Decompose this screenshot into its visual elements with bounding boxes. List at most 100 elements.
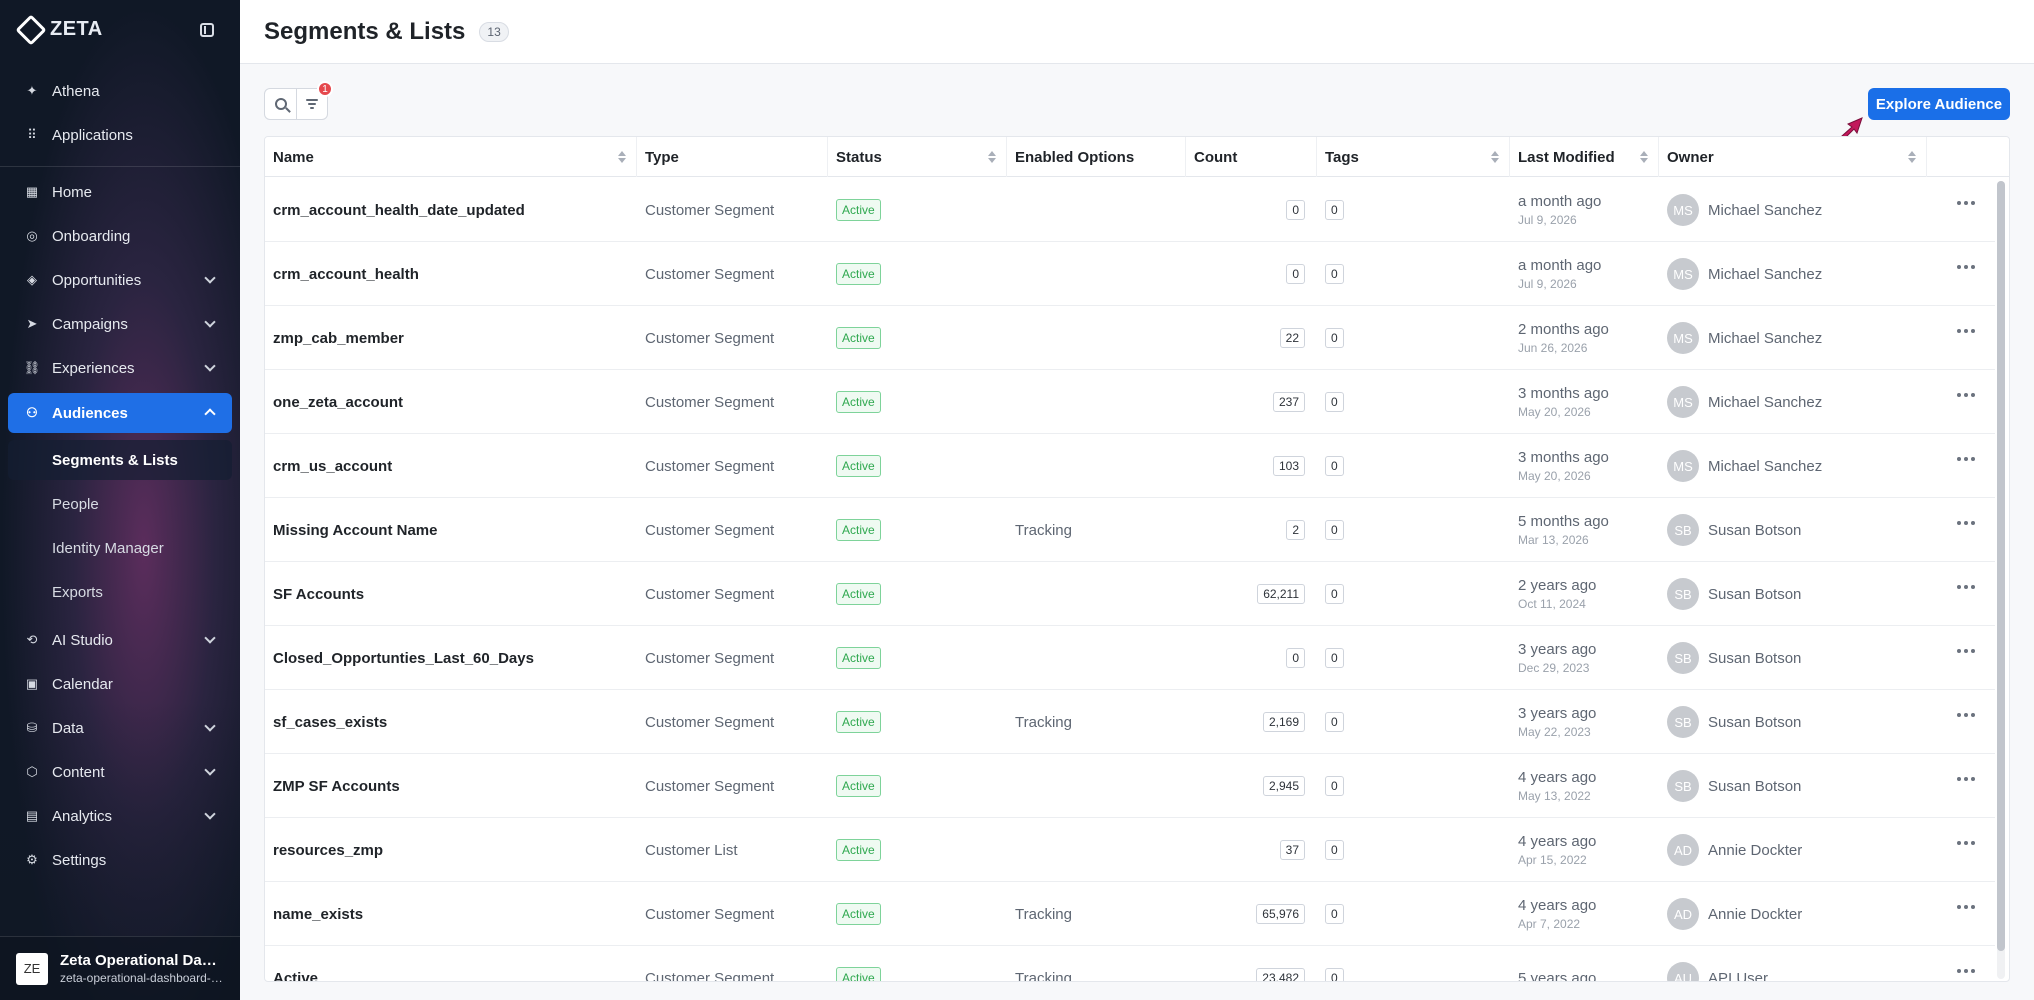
last-modified-relative: 3 months ago bbox=[1518, 385, 1609, 402]
table-row[interactable]: Active Customer Segment Active Tracking 23,4… bbox=[265, 946, 1995, 982]
segment-name[interactable]: sf_cases_exists bbox=[265, 690, 637, 754]
row-actions-menu-icon[interactable] bbox=[1957, 201, 1975, 205]
tags-badge[interactable]: 0 bbox=[1325, 392, 1344, 412]
tags-badge[interactable]: 0 bbox=[1325, 584, 1344, 604]
sidebar-item-opportunities[interactable]: ◈ Opportunities bbox=[8, 260, 232, 300]
sidebar-item-label: AI Studio bbox=[52, 631, 113, 649]
sidebar-subitem-segments-lists[interactable]: Segments & Lists bbox=[8, 440, 232, 480]
sidebar-item-onboarding[interactable]: ◎ Onboarding bbox=[8, 216, 232, 256]
segment-name[interactable]: Closed_Opportunties_Last_60_Days bbox=[265, 626, 637, 690]
search-button[interactable] bbox=[265, 89, 296, 119]
sidebar-item-content[interactable]: ⬡ Content bbox=[8, 752, 232, 792]
table-row[interactable]: Closed_Opportunties_Last_60_Days Customer… bbox=[265, 626, 1995, 690]
row-actions-menu-icon[interactable] bbox=[1957, 969, 1975, 973]
segment-name[interactable]: SF Accounts bbox=[265, 562, 637, 626]
segment-name[interactable]: name_exists bbox=[265, 882, 637, 946]
tags-badge[interactable]: 0 bbox=[1325, 520, 1344, 540]
tags-badge[interactable]: 0 bbox=[1325, 456, 1344, 476]
tags-badge[interactable]: 0 bbox=[1325, 328, 1344, 348]
avatar: SB bbox=[1667, 706, 1699, 738]
sidebar-item-applications[interactable]: ⠿ Applications bbox=[8, 115, 232, 155]
count-cell: 2,169 bbox=[1186, 690, 1317, 754]
sidebar-item-audiences[interactable]: ⚇ Audiences bbox=[8, 393, 232, 433]
tags-badge[interactable]: 0 bbox=[1325, 264, 1344, 284]
tags-badge[interactable]: 0 bbox=[1325, 840, 1344, 860]
sidebar-item-experiences[interactable]: ⛓ Experiences bbox=[8, 348, 232, 388]
sidebar-subitem-exports[interactable]: Exports bbox=[8, 572, 232, 612]
segment-name[interactable]: resources_zmp bbox=[265, 818, 637, 882]
row-actions-menu-icon[interactable] bbox=[1957, 777, 1975, 781]
row-actions-menu-icon[interactable] bbox=[1957, 265, 1975, 269]
column-header-tags[interactable]: Tags bbox=[1317, 137, 1510, 177]
table-row[interactable]: crm_us_account Customer Segment Active 103 0… bbox=[265, 434, 1995, 498]
tags-badge[interactable]: 0 bbox=[1325, 776, 1344, 796]
workspace-avatar: ZE bbox=[16, 952, 48, 985]
row-actions-menu-icon[interactable] bbox=[1957, 905, 1975, 909]
table-row[interactable]: zmp_cab_member Customer Segment Active 22 0 2… bbox=[265, 306, 1995, 370]
sidebar: ZETA ✦ Athena ⠿ Applications ▦ Home ◎ On… bbox=[0, 0, 240, 1000]
owner-cell: SB Susan Botson bbox=[1659, 562, 1927, 626]
segment-name[interactable]: one_zeta_account bbox=[265, 370, 637, 434]
tags-badge[interactable]: 0 bbox=[1325, 968, 1344, 981]
tags-badge[interactable]: 0 bbox=[1325, 904, 1344, 924]
sidebar-subitem-identity-manager[interactable]: Identity Manager bbox=[8, 528, 232, 568]
row-actions-menu-icon[interactable] bbox=[1957, 585, 1975, 589]
column-header-status[interactable]: Status bbox=[828, 137, 1007, 177]
sidebar-item-settings[interactable]: ⚙ Settings bbox=[8, 840, 232, 880]
row-actions-menu-icon[interactable] bbox=[1957, 521, 1975, 525]
scrollbar-thumb[interactable] bbox=[1997, 181, 2005, 951]
column-header-owner[interactable]: Owner bbox=[1659, 137, 1927, 177]
sidebar-item-campaigns[interactable]: ➤ Campaigns bbox=[8, 304, 232, 344]
row-actions-menu-icon[interactable] bbox=[1957, 393, 1975, 397]
sidebar-item-calendar[interactable]: ▣ Calendar bbox=[8, 664, 232, 704]
filter-button[interactable]: 1 bbox=[296, 81, 333, 119]
table-row[interactable]: SF Accounts Customer Segment Active 62,211 0… bbox=[265, 562, 1995, 626]
sidebar-item-data[interactable]: ⛁ Data bbox=[8, 708, 232, 748]
segment-name[interactable]: Missing Account Name bbox=[265, 498, 637, 562]
column-header-name[interactable]: Name bbox=[265, 137, 637, 177]
row-actions-menu-icon[interactable] bbox=[1957, 649, 1975, 653]
table-row[interactable]: one_zeta_account Customer Segment Active 23… bbox=[265, 370, 1995, 434]
segment-name[interactable]: zmp_cab_member bbox=[265, 306, 637, 370]
workspace-switcher[interactable]: ZE Zeta Operational Dashboard zeta-opera… bbox=[0, 936, 240, 1000]
status-badge: Active bbox=[836, 327, 881, 349]
explore-audience-button[interactable]: Explore Audience bbox=[1868, 88, 2010, 120]
tags-badge[interactable]: 0 bbox=[1325, 712, 1344, 732]
enabled-options: Tracking bbox=[1015, 969, 1072, 982]
segment-name[interactable]: crm_account_health_date_updated bbox=[265, 178, 637, 242]
table-scrollbar[interactable] bbox=[1997, 181, 2005, 979]
row-actions-menu-icon[interactable] bbox=[1957, 713, 1975, 717]
avatar: AD bbox=[1667, 834, 1699, 866]
last-modified-relative: 3 years ago bbox=[1518, 641, 1597, 658]
owner-cell: SB Susan Botson bbox=[1659, 754, 1927, 818]
owner-cell: AD Annie Dockter bbox=[1659, 882, 1927, 946]
table-row[interactable]: ZMP SF Accounts Customer Segment Active 2,9… bbox=[265, 754, 1995, 818]
segment-name[interactable]: ZMP SF Accounts bbox=[265, 754, 637, 818]
last-modified-cell: 5 years ago bbox=[1510, 946, 1659, 982]
avatar: MS bbox=[1667, 194, 1699, 226]
collapse-sidebar-icon[interactable] bbox=[200, 23, 214, 37]
row-actions-menu-icon[interactable] bbox=[1957, 841, 1975, 845]
gear-icon: ⚙ bbox=[26, 852, 38, 867]
table-row[interactable]: resources_zmp Customer List Active 37 0 4 yea… bbox=[265, 818, 1995, 882]
sidebar-item-home[interactable]: ▦ Home bbox=[8, 172, 232, 212]
table-row[interactable]: crm_account_health Customer Segment Active… bbox=[265, 242, 1995, 306]
segment-name[interactable]: Active bbox=[265, 946, 637, 982]
sidebar-item-ai-studio[interactable]: ⟲ AI Studio bbox=[8, 620, 232, 660]
sidebar-item-analytics[interactable]: ▤ Analytics bbox=[8, 796, 232, 836]
segment-name[interactable]: crm_us_account bbox=[265, 434, 637, 498]
table-row[interactable]: name_exists Customer Segment Active Trackin… bbox=[265, 882, 1995, 946]
zeta-logo[interactable]: ZETA bbox=[15, 13, 103, 46]
row-actions-menu-icon[interactable] bbox=[1957, 329, 1975, 333]
row-actions-menu-icon[interactable] bbox=[1957, 457, 1975, 461]
table-row[interactable]: crm_account_health_date_updated Customer … bbox=[265, 178, 1995, 242]
column-header-last-modified[interactable]: Last Modified bbox=[1510, 137, 1659, 177]
tags-badge[interactable]: 0 bbox=[1325, 648, 1344, 668]
table-row[interactable]: Missing Account Name Customer Segment Acti… bbox=[265, 498, 1995, 562]
sidebar-subitem-people[interactable]: People bbox=[8, 484, 232, 524]
sort-icon bbox=[988, 151, 996, 163]
sidebar-item-athena[interactable]: ✦ Athena bbox=[8, 71, 232, 111]
table-row[interactable]: sf_cases_exists Customer Segment Active Tra… bbox=[265, 690, 1995, 754]
segment-name[interactable]: crm_account_health bbox=[265, 242, 637, 306]
tags-badge[interactable]: 0 bbox=[1325, 200, 1344, 220]
